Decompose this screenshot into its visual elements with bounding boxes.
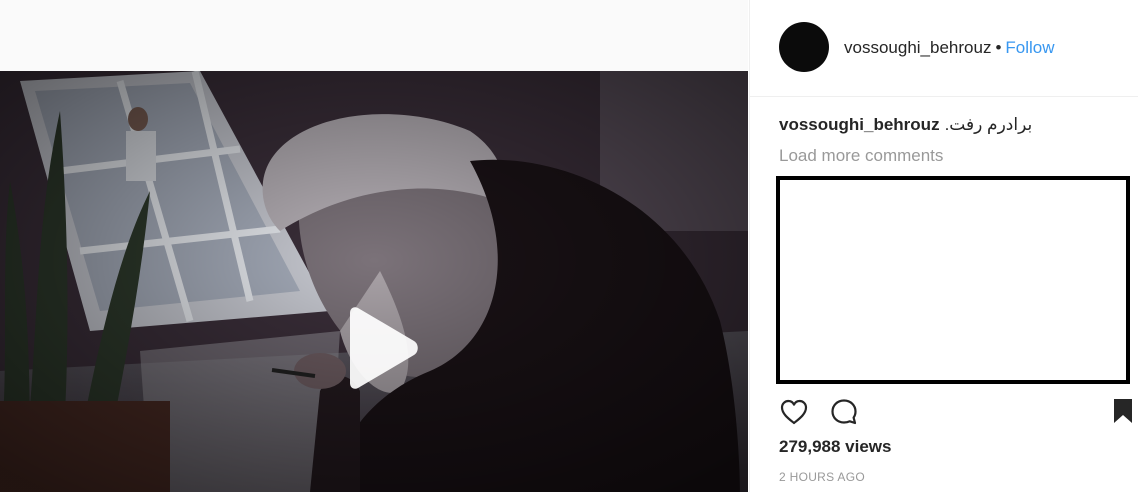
view-count[interactable]: 279,988 views bbox=[779, 437, 891, 457]
username-link[interactable]: vossoughi_behrouz bbox=[844, 38, 991, 57]
action-bar bbox=[750, 393, 1147, 433]
separator-dot: • bbox=[995, 38, 1002, 57]
comment-icon[interactable] bbox=[829, 397, 859, 427]
post-details-panel: vossoughi_behrouz • Follow vossoughi_behro… bbox=[749, 0, 1147, 492]
caption: vossoughi_behrouz برادرم رفت. bbox=[779, 114, 1032, 136]
header-user-line: vossoughi_behrouz • Follow bbox=[844, 38, 1055, 58]
video-frame bbox=[0, 71, 748, 492]
load-more-comments-link[interactable]: Load more comments bbox=[779, 146, 943, 166]
caption-text: برادرم رفت. bbox=[944, 115, 1033, 134]
post-header: vossoughi_behrouz • Follow bbox=[750, 0, 1138, 97]
avatar[interactable] bbox=[779, 22, 829, 72]
video-player[interactable] bbox=[0, 71, 748, 492]
heart-icon[interactable] bbox=[779, 397, 809, 427]
caption-username-link[interactable]: vossoughi_behrouz bbox=[779, 115, 940, 134]
bookmark-icon[interactable] bbox=[1112, 398, 1134, 424]
redacted-comments-box bbox=[776, 176, 1130, 384]
post-timestamp[interactable]: 2 HOURS AGO bbox=[779, 470, 865, 484]
media-column bbox=[0, 0, 748, 492]
play-button[interactable] bbox=[336, 305, 422, 391]
follow-button[interactable]: Follow bbox=[1005, 38, 1054, 57]
play-icon bbox=[350, 307, 418, 389]
